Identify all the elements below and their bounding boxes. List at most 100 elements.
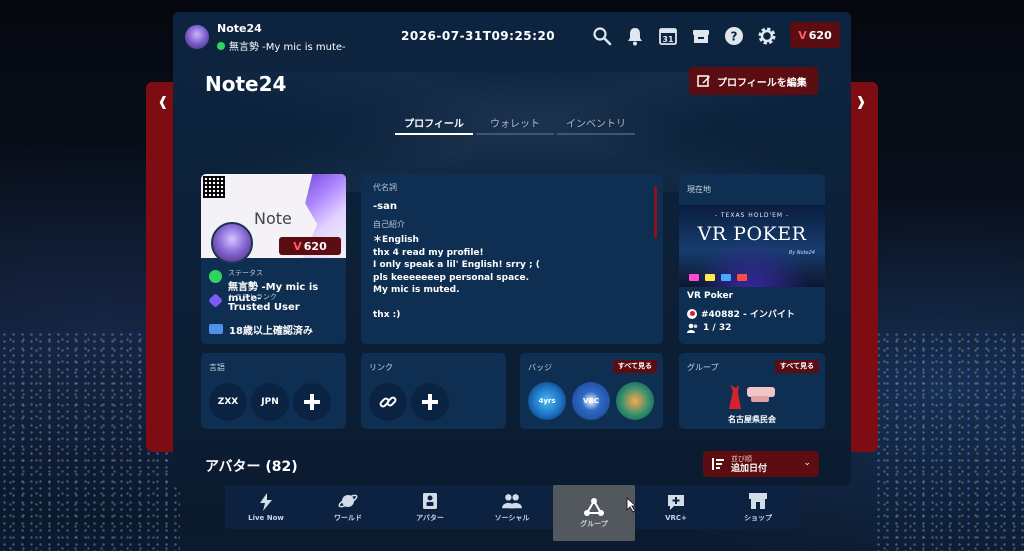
add-language-button[interactable] bbox=[293, 383, 331, 421]
language-list: ZXX JPN bbox=[209, 383, 331, 421]
vrc-credit-icon: V bbox=[293, 239, 302, 253]
links-label: リンク bbox=[369, 363, 393, 372]
search-icon[interactable] bbox=[590, 24, 614, 48]
users-icon bbox=[687, 323, 698, 333]
nav-label: アバター bbox=[416, 513, 444, 522]
trust-label: トラストランク bbox=[228, 293, 277, 301]
vrc-credit-icon: V bbox=[798, 28, 807, 42]
archive-icon[interactable] bbox=[689, 24, 713, 48]
planet-icon bbox=[338, 492, 358, 510]
chevron-down-icon: ⌄ bbox=[803, 458, 811, 468]
groups-card: グループ すべて見る 名古屋県民会 bbox=[679, 353, 825, 429]
vrcplus-icon bbox=[666, 493, 686, 511]
sort-text: 並び順 追加日付 bbox=[731, 454, 767, 474]
edit-profile-label: プロフィールを編集 bbox=[717, 77, 807, 89]
scrollbar[interactable] bbox=[654, 186, 657, 238]
avatar[interactable] bbox=[185, 25, 209, 49]
status-text: 無言勢 -My mic is mute- bbox=[229, 42, 346, 53]
plus-icon bbox=[304, 394, 320, 410]
nav-label: ワールド bbox=[334, 513, 362, 522]
nav-social[interactable]: ソーシャル bbox=[471, 485, 553, 529]
tab-wallet[interactable]: ウォレット bbox=[476, 113, 554, 135]
age-verified-row: 18歳以上確認済み bbox=[209, 322, 313, 337]
group-name: 名古屋県民会 bbox=[728, 415, 776, 424]
mouse-cursor-icon bbox=[626, 497, 638, 513]
nav-avatars[interactable]: アバター bbox=[389, 485, 471, 529]
link-list bbox=[369, 383, 449, 421]
main-panel: Note24 無言勢 -My mic is mute- 2026-07-31T0… bbox=[173, 12, 851, 486]
plus-icon bbox=[422, 394, 438, 410]
tab-inventory[interactable]: インベントリ bbox=[557, 113, 635, 135]
nav-label: ソーシャル bbox=[494, 513, 530, 522]
qr-code-icon bbox=[203, 176, 225, 198]
nav-worlds[interactable]: ワールド bbox=[307, 485, 389, 529]
badge-shiba[interactable] bbox=[616, 382, 654, 420]
user-status: 無言勢 -My mic is mute- bbox=[217, 38, 346, 53]
nav-label: グループ bbox=[580, 519, 608, 528]
avatars-section-title: アバター (82) bbox=[205, 459, 298, 475]
card-glow bbox=[705, 274, 715, 281]
user-count-row: 1 / 32 bbox=[687, 323, 731, 333]
tab-profile[interactable]: プロフィール bbox=[395, 113, 473, 135]
badges-card: バッジ すべて見る 4yrs VRC bbox=[520, 353, 663, 429]
gear-icon[interactable] bbox=[755, 24, 779, 48]
location-card: 現在地 - TEXAS HOLD'EM - VR POKER By Note24… bbox=[679, 174, 825, 344]
credits-button[interactable]: V 620 bbox=[790, 22, 840, 48]
bio-text: ＊English thx 4 read my profile! I only s… bbox=[373, 235, 540, 320]
instance-id: #40882 - インバイト bbox=[701, 310, 795, 320]
badge-vrc[interactable]: VRC bbox=[572, 382, 610, 420]
sort-dropdown[interactable]: 並び順 追加日付 ⌄ bbox=[703, 451, 819, 477]
bell-icon[interactable] bbox=[623, 24, 647, 48]
world-thumbnail[interactable]: - TEXAS HOLD'EM - VR POKER By Note24 bbox=[679, 205, 825, 287]
pronoun-label: 代名詞 bbox=[373, 183, 397, 192]
profile-credits-badge: V 620 bbox=[279, 237, 341, 255]
sort-label: 並び順 bbox=[731, 455, 752, 463]
wing-icon: ❱ bbox=[855, 95, 867, 110]
credits-value: 620 bbox=[808, 28, 832, 42]
nav-vrc-plus[interactable]: VRC+ bbox=[635, 485, 717, 529]
user-name: Note24 bbox=[217, 22, 262, 35]
nav-live-now[interactable]: Live Now bbox=[225, 485, 307, 529]
world-image-subtitle: - TEXAS HOLD'EM - bbox=[714, 212, 790, 219]
trust-row: トラストランク Trusted User bbox=[208, 292, 300, 313]
lightning-icon bbox=[256, 492, 276, 511]
nav-label: ショップ bbox=[744, 513, 772, 522]
bottom-nav: Live Now ワールド アバター ソーシャル グループ VRC+ ショップ bbox=[225, 485, 799, 541]
language-chip[interactable]: ZXX bbox=[209, 383, 247, 421]
page-title: Note24 bbox=[205, 72, 287, 96]
badge-4-years[interactable]: 4yrs bbox=[528, 382, 566, 420]
instance-row: #40882 - インバイト bbox=[687, 307, 795, 320]
chain-link-icon bbox=[379, 396, 397, 408]
intro-label: 自己紹介 bbox=[373, 220, 405, 229]
city-lights-right bbox=[874, 331, 1024, 551]
groups-see-all-button[interactable]: すべて見る bbox=[774, 360, 819, 373]
edit-profile-button[interactable]: プロフィールを編集 bbox=[689, 67, 818, 95]
badges-label: バッジ bbox=[528, 363, 552, 372]
edit-icon bbox=[697, 75, 710, 87]
nav-label: VRC+ bbox=[665, 513, 687, 522]
badges-see-all-button[interactable]: すべて見る bbox=[612, 360, 657, 373]
card-glow bbox=[737, 274, 747, 281]
nav-label: Live Now bbox=[248, 513, 284, 522]
help-icon[interactable]: ? bbox=[722, 24, 746, 48]
top-icon-bar: 31 ? bbox=[590, 24, 779, 48]
link-button[interactable] bbox=[369, 383, 407, 421]
language-chip[interactable]: JPN bbox=[251, 383, 289, 421]
calendar-icon[interactable]: 31 bbox=[656, 24, 680, 48]
status-icon bbox=[209, 270, 222, 283]
profile-tabs: プロフィール ウォレット インベントリ bbox=[395, 113, 638, 135]
location-label: 現在地 bbox=[687, 185, 711, 194]
nav-shop[interactable]: ショップ bbox=[717, 485, 799, 529]
avatar[interactable] bbox=[211, 222, 253, 264]
top-bar: Note24 無言勢 -My mic is mute- 2026-07-31T0… bbox=[173, 12, 851, 60]
add-link-button[interactable] bbox=[411, 383, 449, 421]
card-glow bbox=[689, 274, 699, 281]
nav-groups[interactable]: グループ bbox=[553, 485, 635, 541]
group-logo-icon[interactable] bbox=[721, 381, 781, 411]
trust-value: Trusted User bbox=[228, 302, 300, 313]
people-icon bbox=[502, 492, 522, 510]
links-card: リンク bbox=[361, 353, 506, 429]
world-image-cards bbox=[689, 274, 747, 281]
sort-icon bbox=[712, 458, 724, 470]
id-card-icon bbox=[209, 324, 223, 334]
